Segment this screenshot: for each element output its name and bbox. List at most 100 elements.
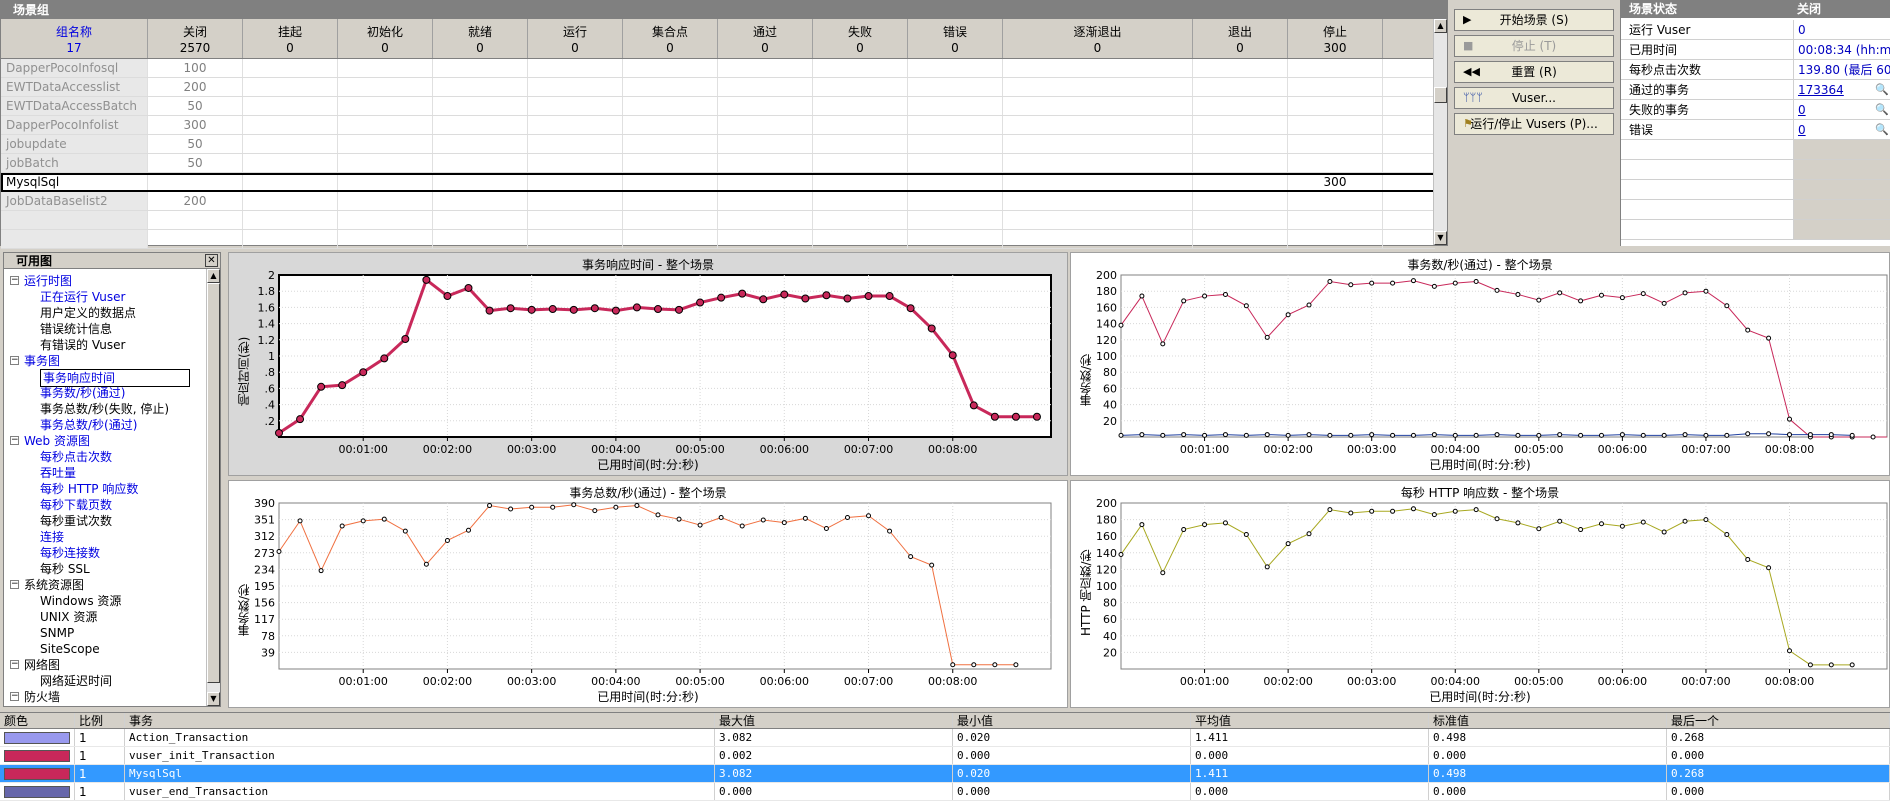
column-header[interactable]: 初始化 0 <box>338 19 433 58</box>
group-row[interactable]: EWTDataAccesslist 200 <box>1 78 1435 97</box>
graph-transactions-per-second[interactable]: 事务数/秒(通过) - 整个场景 已用时间(时:分:秒) 事务数/秒 200 180 16… <box>1070 252 1890 476</box>
data-point <box>1369 280 1375 286</box>
legend-column-header[interactable]: 最后一个 <box>1667 713 1890 728</box>
column-header[interactable]: 集合点 0 <box>623 19 718 58</box>
tree-item[interactable]: SNMP <box>40 625 74 641</box>
tree-category[interactable]: 运行时图 <box>24 273 72 289</box>
column-header[interactable]: 组名称 17 <box>1 19 148 58</box>
empty-cell <box>623 211 718 229</box>
close-icon[interactable]: ✕ <box>205 254 218 267</box>
tree-item[interactable]: 事务总数/秒(通过) <box>40 417 137 433</box>
run-stop-vusers-button[interactable]: ⚑ 运行/停止 Vusers (P)... <box>1454 113 1614 135</box>
legend-column-header[interactable]: 颜色 <box>0 713 75 728</box>
collapse-icon[interactable]: − <box>10 660 19 669</box>
graph-http-responses-per-second[interactable]: 每秒 HTTP 响应数 - 整个场景 已用时间(时:分:秒) HTTP 响应数/秒 2… <box>1070 480 1890 708</box>
tree-item[interactable]: 事务总数/秒(失败, 停止) <box>40 401 169 417</box>
tree-category[interactable]: 系统资源图 <box>24 577 84 593</box>
group-row[interactable]: jobBatch 50 <box>1 154 1435 173</box>
graph-transaction-response-time[interactable]: 事务响应时间 - 整个场景 已用时间(时:分:秒) 响应时间(秒) 2 1.8 1.6 1.… <box>228 252 1068 476</box>
column-header[interactable]: 停止 300 <box>1288 19 1383 58</box>
magnifier-icon[interactable]: 🔍 <box>1875 103 1889 116</box>
tree-item[interactable]: 每秒下载页数 <box>40 497 112 513</box>
legend-row[interactable]: 1 MysqlSql 3.082 0.020 1.411 0.498 0.268 <box>0 765 1890 783</box>
tree-item[interactable]: 每秒连接数 <box>40 545 100 561</box>
vusers-button[interactable]: ᛘᛘᛘ Vuser... <box>1454 87 1614 109</box>
group-cell <box>528 97 623 115</box>
empty-cell <box>243 230 338 248</box>
legend-column-header[interactable]: 标准值 <box>1429 713 1667 728</box>
tree-item[interactable]: SiteScope <box>40 641 100 657</box>
collapse-icon[interactable]: − <box>10 436 19 445</box>
magnifier-icon[interactable]: 🔍 <box>1875 123 1889 136</box>
stop-button[interactable]: ■ 停止 (T) <box>1454 35 1614 57</box>
legend-column-header[interactable]: 比例 <box>75 713 125 728</box>
data-point <box>844 514 850 520</box>
tree-item[interactable]: 事务响应时间 <box>40 369 190 387</box>
tree-item[interactable]: UNIX 资源 <box>40 609 97 625</box>
group-row[interactable]: MysqlSql 300 <box>1 173 1435 192</box>
collapse-icon[interactable]: − <box>10 276 19 285</box>
tree-category[interactable]: 网络图 <box>24 657 60 673</box>
scroll-up-icon[interactable]: ▲ <box>1434 19 1447 33</box>
legend-scale: 1 <box>75 765 125 782</box>
column-header[interactable]: 失败 0 <box>813 19 908 58</box>
tree-item[interactable]: 连接 <box>40 529 64 545</box>
column-header[interactable]: 挂起 0 <box>243 19 338 58</box>
reset-button[interactable]: ◀◀ 重置 (R) <box>1454 61 1614 83</box>
column-header[interactable]: 运行 0 <box>528 19 623 58</box>
tree-item[interactable]: 每秒 HTTP 响应数 <box>40 481 138 497</box>
tree-scrollbar[interactable]: ▲ ▼ <box>206 269 220 706</box>
status-label: 通过的事务 <box>1629 83 1690 97</box>
data-point <box>317 382 326 391</box>
group-stop-count <box>1288 78 1383 96</box>
tree-item[interactable]: 有错误的 Vuser <box>40 337 125 353</box>
scenario-status-title: 场景状态 <box>1629 2 1678 16</box>
group-row[interactable]: jobupdate 50 <box>1 135 1435 154</box>
scroll-up-icon[interactable]: ▲ <box>207 269 220 283</box>
tree-item[interactable]: 吞吐量 <box>40 465 76 481</box>
status-value-empty <box>1793 220 1890 239</box>
tree-item[interactable]: 网络延迟时间 <box>40 673 112 689</box>
tree-item[interactable]: 正在运行 Vuser <box>40 289 125 305</box>
scroll-down-icon[interactable]: ▼ <box>1434 231 1447 245</box>
column-header[interactable]: 关闭 2570 <box>148 19 243 58</box>
tree-item[interactable]: 事务数/秒(通过) <box>40 385 125 401</box>
tree-category[interactable]: Web 资源图 <box>24 433 90 449</box>
legend-column-header[interactable]: 平均值 <box>1191 713 1429 728</box>
legend-column-header[interactable]: 最大值 <box>715 713 953 728</box>
legend-row[interactable]: 1 vuser_end_Transaction 0.000 0.000 0.000 0.0… <box>0 783 1890 801</box>
group-row[interactable]: JobDataBaselist2 200 <box>1 192 1435 211</box>
collapse-icon[interactable]: − <box>10 692 19 701</box>
scenario-groups-scrollbar[interactable]: ▲ ▼ <box>1433 19 1447 245</box>
column-header[interactable]: 逐渐退出 0 <box>1003 19 1193 58</box>
group-row[interactable]: DapperPocoInfosql 100 <box>1 59 1435 78</box>
scroll-thumb[interactable] <box>1434 87 1447 103</box>
column-header[interactable]: 退出 0 <box>1193 19 1288 58</box>
graph-total-transactions-per-second[interactable]: 事务总数/秒(通过) - 整个场景 已用时间(时:分:秒) 事务数/秒 390 351 3… <box>228 480 1068 708</box>
legend-column-header[interactable]: 最小值 <box>953 713 1191 728</box>
column-count: 0 <box>571 41 579 55</box>
tree-item[interactable]: 用户定义的数据点 <box>40 305 136 321</box>
tree-item[interactable]: Windows 资源 <box>40 593 121 609</box>
magnifier-icon[interactable]: 🔍 <box>1875 83 1889 96</box>
tree-category[interactable]: 事务图 <box>24 353 60 369</box>
tree-item[interactable]: 每秒重试次数 <box>40 513 112 529</box>
legend-row[interactable]: 1 Action_Transaction 3.082 0.020 1.411 0.498 0… <box>0 729 1890 747</box>
scroll-thumb[interactable] <box>207 283 220 683</box>
collapse-icon[interactable]: − <box>10 356 19 365</box>
legend-scale: 1 <box>75 729 125 746</box>
column-header[interactable]: 通过 0 <box>718 19 813 58</box>
tree-item[interactable]: 错误统计信息 <box>40 321 112 337</box>
collapse-icon[interactable]: − <box>10 580 19 589</box>
tree-item[interactable]: 每秒点击次数 <box>40 449 112 465</box>
column-header[interactable]: 错误 0 <box>908 19 1003 58</box>
scroll-down-icon[interactable]: ▼ <box>207 692 220 706</box>
start-scenario-button[interactable]: ▶ 开始场景 (S) <box>1454 9 1614 31</box>
group-row[interactable]: EWTDataAccessBatch 50 <box>1 97 1435 116</box>
group-row[interactable]: DapperPocoInfolist 300 <box>1 116 1435 135</box>
legend-column-header[interactable]: 事务 <box>125 713 715 728</box>
tree-category[interactable]: 防火墙 <box>24 689 60 705</box>
tree-item[interactable]: 每秒 SSL <box>40 561 90 577</box>
column-header[interactable]: 就绪 0 <box>433 19 528 58</box>
legend-row[interactable]: 1 vuser_init_Transaction 0.002 0.000 0.000 0.… <box>0 747 1890 765</box>
